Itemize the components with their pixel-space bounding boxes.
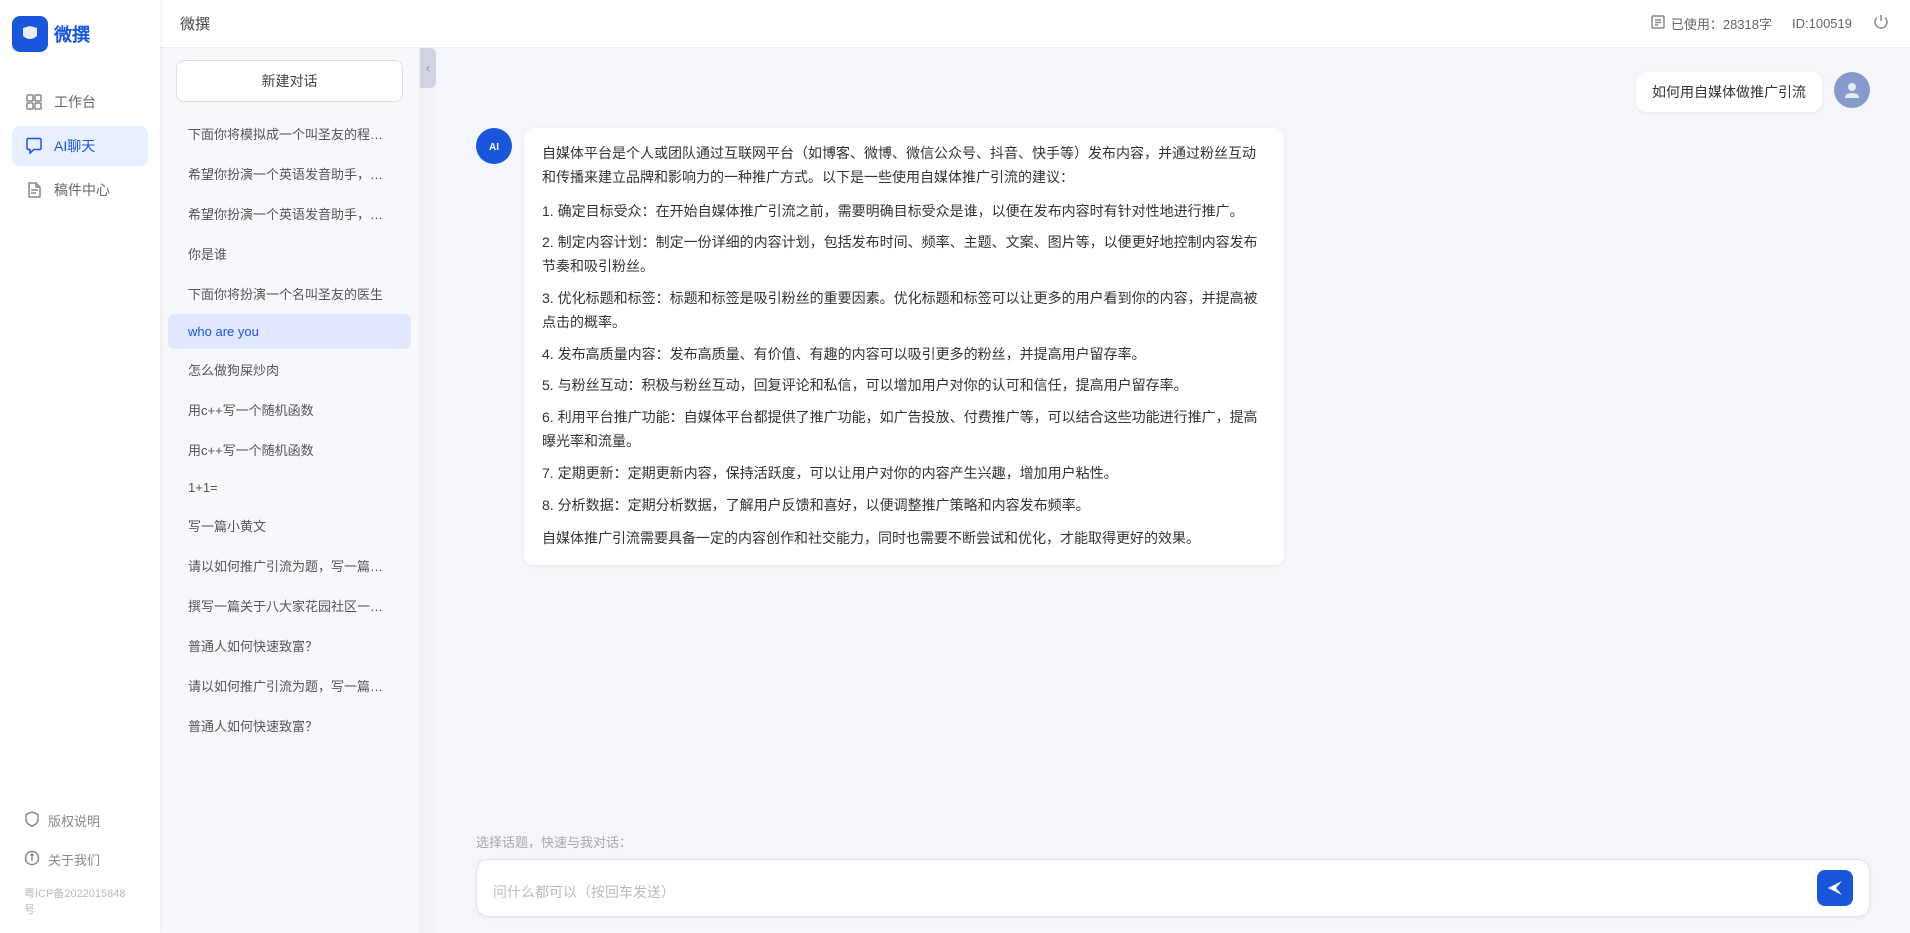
user-avatar (1834, 72, 1870, 108)
sidebar-item-ai-chat-label: AI聊天 (54, 136, 95, 156)
collapse-button[interactable]: ‹ (420, 48, 436, 88)
ai-para-9: 自媒体推广引流需要具备一定的内容创作和社交能力，同时也需要不断尝试和优化，才能取… (542, 527, 1266, 551)
list-item[interactable]: 下面你将模拟成一个叫圣友的程序员，我说... (168, 114, 411, 153)
sidebar-item-draft-label: 稿件中心 (54, 180, 110, 200)
list-item-active[interactable]: who are you (168, 314, 411, 349)
list-item[interactable]: 用c++写一个随机函数 (168, 430, 411, 469)
input-area: 选择话题，快速与我对话： (436, 824, 1910, 933)
list-item[interactable]: 希望你扮演一个英语发音助手，我提供给你... (168, 154, 411, 193)
footer-item-copyright[interactable]: 版权说明 (12, 803, 148, 838)
list-item[interactable]: 普通人如何快速致富？ (168, 706, 411, 745)
user-message-content: 如何用自媒体做推广引流 (1636, 72, 1822, 112)
list-item[interactable]: 下面你将扮演一个名叫圣友的医生 (168, 274, 411, 313)
topbar: 微撰 已使用：28318字 ID:100519 (160, 0, 1910, 48)
sidebar-item-ai-chat[interactable]: AI聊天 (12, 126, 148, 166)
ai-para-3: 3. 优化标题和标签：标题和标签是吸引粉丝的重要因素。优化标题和标签可以让更多的… (542, 287, 1266, 335)
nav-items: 工作台 AI聊天 稿件中心 (0, 82, 160, 210)
ai-para-4: 4. 发布高质量内容：发布高质量、有价值、有趣的内容可以吸引更多的粉丝，并提高用… (542, 343, 1266, 367)
input-box (476, 859, 1870, 917)
sidebar-item-workspace-label: 工作台 (54, 92, 96, 112)
ai-message-content: 自媒体平台是个人或团队通过互联网平台（如博客、微博、微信公众号、抖音、快手等）发… (524, 128, 1284, 565)
about-label: 关于我们 (48, 850, 100, 869)
topbar-title: 微撰 (180, 13, 210, 34)
chat-icon (24, 136, 44, 156)
new-chat-button[interactable]: 新建对话 (176, 60, 403, 102)
app-title: 微撰 (54, 21, 90, 47)
sidebar-item-workspace[interactable]: 工作台 (12, 82, 148, 122)
file-icon (24, 180, 44, 200)
chat-list: 新建对话 下面你将模拟成一个叫圣友的程序员，我说... 希望你扮演一个英语发音助… (160, 48, 420, 933)
ai-message-row: AI 自媒体平台是个人或团队通过互联网平台（如博客、微博、微信公众号、抖音、快手… (476, 128, 1870, 565)
footer-item-about[interactable]: 关于我们 (12, 842, 148, 877)
ai-para-7: 7. 定期更新：定期更新内容，保持活跃度，可以让用户对你的内容产生兴趣，增加用户… (542, 462, 1266, 486)
usage-info: 已使用：28318字 (1651, 14, 1772, 33)
list-item[interactable]: 写一篇小黄文 (168, 506, 411, 545)
ai-para-6: 6. 利用平台推广功能：自媒体平台都提供了推广功能，如广告投放、付费推广等，可以… (542, 406, 1266, 454)
send-button[interactable] (1817, 870, 1853, 906)
list-item[interactable]: 1+1= (168, 470, 411, 505)
sidebar-footer: 版权说明 关于我们 粤ICP备2022015848号 (0, 791, 160, 933)
usage-text: 已使用：28318字 (1671, 14, 1772, 33)
ai-para-2: 2. 制定内容计划：制定一份详细的内容计划，包括发布时间、频率、主题、文案、图片… (542, 231, 1266, 279)
list-item[interactable]: 用c++写一个随机函数 (168, 390, 411, 429)
list-item[interactable]: 普通人如何快速致富？ (168, 626, 411, 665)
quick-topics-label: 选择话题，快速与我对话： (476, 832, 1870, 851)
logo-icon (12, 16, 48, 52)
chat-main: 如何用自媒体做推广引流 AI (436, 48, 1910, 933)
chat-input[interactable] (493, 882, 1809, 906)
messages-area: 如何用自媒体做推广引流 AI (436, 48, 1910, 824)
ai-avatar: AI (476, 128, 512, 164)
info-circle-icon (24, 850, 40, 869)
sidebar: 微撰 工作台 AI聊天 (0, 0, 160, 933)
logo: 微撰 (0, 16, 160, 52)
power-button[interactable] (1872, 13, 1890, 34)
beian-text: 粤ICP备2022015848号 (12, 881, 148, 921)
ai-para-1: 1. 确定目标受众：在开始自媒体推广引流之前，需要明确目标受众是谁，以便在发布内… (542, 200, 1266, 224)
list-item[interactable]: 希望你扮演一个英语发音助手，我提供给你... (168, 194, 411, 233)
list-item[interactable]: 你是谁 (168, 234, 411, 273)
user-message-row: 如何用自媒体做推广引流 (476, 72, 1870, 112)
info-icon (1651, 15, 1665, 32)
list-item[interactable]: 请以如何推广引流为题，写一篇大纲 (168, 666, 411, 705)
list-item[interactable]: 怎么做狗屎炒肉 (168, 350, 411, 389)
sidebar-item-draft[interactable]: 稿件中心 (12, 170, 148, 210)
grid-icon (24, 92, 44, 112)
svg-text:AI: AI (489, 142, 499, 153)
list-item[interactable]: 请以如何推广引流为题，写一篇大纲 (168, 546, 411, 585)
ai-para-8: 8. 分析数据：定期分析数据，了解用户反馈和喜好，以便调整推广策略和内容发布频率… (542, 494, 1266, 518)
shield-icon (24, 811, 40, 830)
user-id: ID:100519 (1792, 16, 1852, 31)
copyright-label: 版权说明 (48, 811, 100, 830)
ai-para-0: 自媒体平台是个人或团队通过互联网平台（如博客、微博、微信公众号、抖音、快手等）发… (542, 142, 1266, 190)
list-item[interactable]: 撰写一篇关于八大家花园社区一刻钟便民生... (168, 586, 411, 625)
main-area: 微撰 已使用：28318字 ID:100519 (160, 0, 1910, 933)
ai-para-5: 5. 与粉丝互动：积极与粉丝互动，回复评论和私信，可以增加用户对你的认可和信任，… (542, 374, 1266, 398)
topbar-right: 已使用：28318字 ID:100519 (1651, 13, 1890, 34)
content-area: 新建对话 下面你将模拟成一个叫圣友的程序员，我说... 希望你扮演一个英语发音助… (160, 48, 1910, 933)
